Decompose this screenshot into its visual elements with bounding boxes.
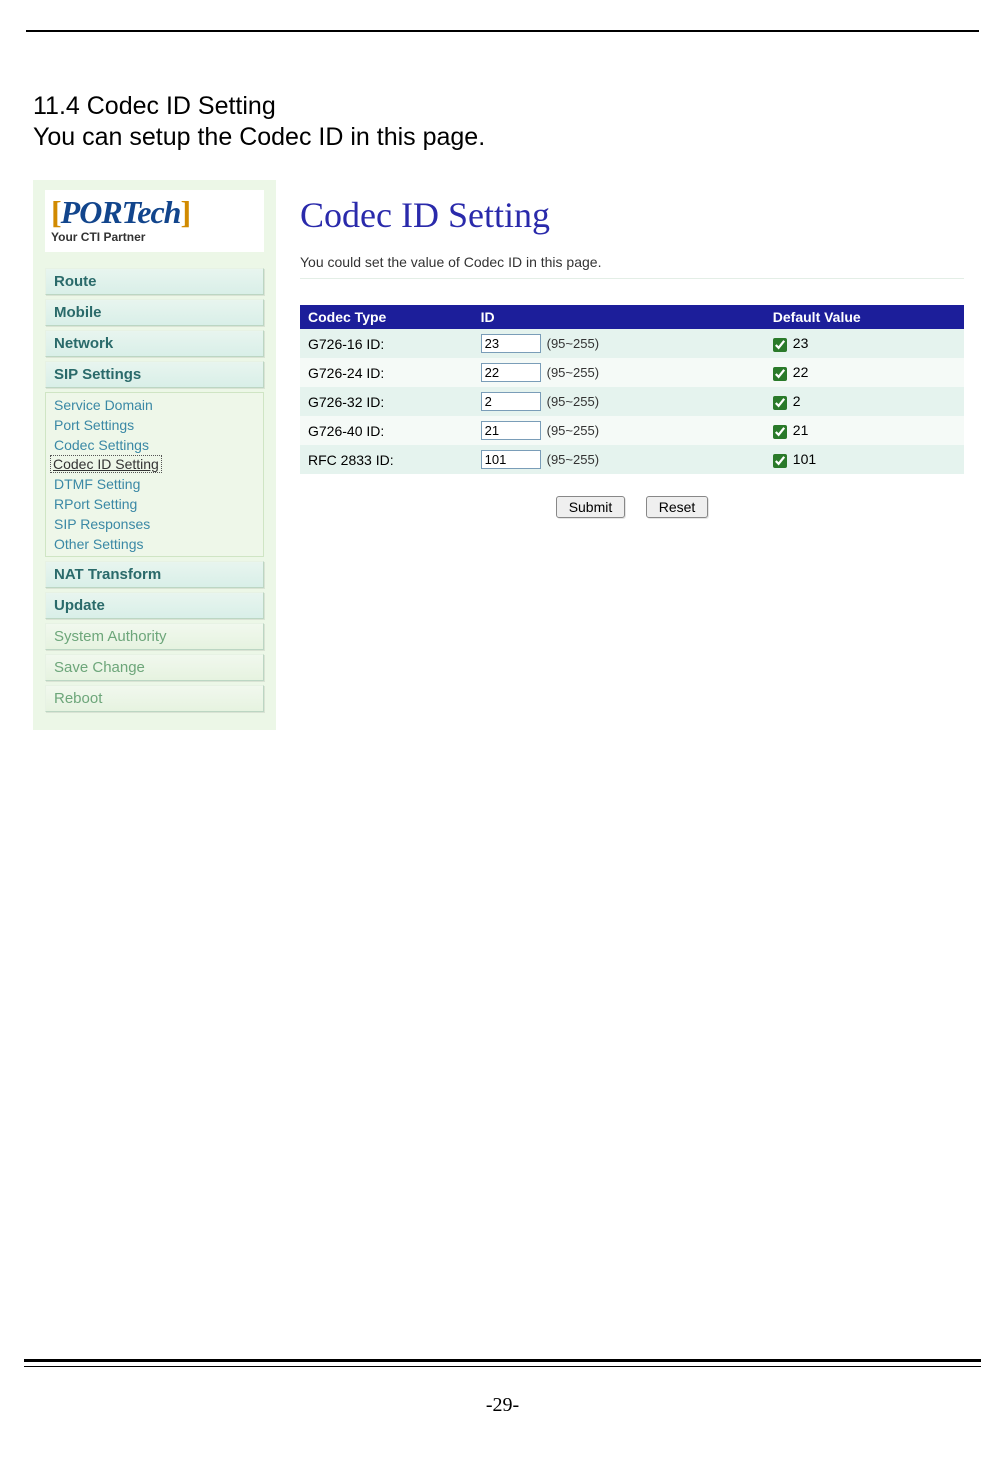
sidebar-item-sip-settings[interactable]: SIP Settings: [45, 361, 264, 388]
sublink-dtmf-setting[interactable]: DTMF Setting: [50, 474, 259, 494]
sip-settings-submenu: Service Domain Port Settings Codec Setti…: [45, 392, 264, 557]
id-input[interactable]: [481, 421, 541, 440]
default-checkbox[interactable]: [773, 338, 787, 352]
id-cell: (95~255): [473, 416, 765, 445]
id-cell: (95~255): [473, 387, 765, 416]
range-hint: (95~255): [547, 452, 599, 467]
codec-type-cell: G726-40 ID:: [300, 416, 473, 445]
section-heading: 11.4 Codec ID Setting: [33, 92, 972, 121]
default-checkbox[interactable]: [773, 425, 787, 439]
id-input[interactable]: [481, 450, 541, 469]
bracket-icon: ]: [180, 194, 190, 230]
default-cell: 101: [765, 445, 964, 474]
sidebar-item-update[interactable]: Update: [45, 592, 264, 619]
default-value-label: 2: [793, 393, 801, 409]
codec-table: Codec Type ID Default Value G726-16 ID: (…: [300, 305, 964, 474]
table-row: G726-32 ID: (95~255) 2: [300, 387, 964, 416]
sublink-codec-settings[interactable]: Codec Settings: [50, 435, 259, 455]
codec-type-cell: RFC 2833 ID:: [300, 445, 473, 474]
sublink-codec-id-setting[interactable]: Codec ID Setting: [50, 455, 162, 473]
id-input[interactable]: [481, 363, 541, 382]
sidebar-item-system-authority[interactable]: System Authority: [45, 623, 264, 650]
default-cell: 2: [765, 387, 964, 416]
range-hint: (95~255): [547, 336, 599, 351]
sublink-sip-responses[interactable]: SIP Responses: [50, 514, 259, 534]
default-value-label: 101: [793, 451, 816, 467]
col-default-value: Default Value: [765, 305, 964, 329]
document-content: 11.4 Codec ID Setting You can setup the …: [33, 92, 972, 730]
sublink-service-domain[interactable]: Service Domain: [50, 395, 259, 415]
sidebar-item-save-change[interactable]: Save Change: [45, 654, 264, 681]
logo-brand: PORTech: [61, 194, 181, 230]
id-cell: (95~255): [473, 445, 765, 474]
range-hint: (95~255): [547, 365, 599, 380]
table-row: RFC 2833 ID: (95~255) 101: [300, 445, 964, 474]
default-cell: 21: [765, 416, 964, 445]
logo-text: [PORTech]: [51, 196, 258, 228]
id-input[interactable]: [481, 392, 541, 411]
sidebar-item-reboot[interactable]: Reboot: [45, 685, 264, 712]
table-row: G726-24 ID: (95~255) 22: [300, 358, 964, 387]
footer-rules: [24, 1359, 981, 1367]
codec-type-cell: G726-32 ID:: [300, 387, 473, 416]
default-value-label: 22: [793, 364, 809, 380]
sidebar: [PORTech] Your CTI Partner Route Mobile …: [33, 180, 276, 730]
section-description: You can setup the Codec ID in this page.: [33, 123, 972, 152]
id-input[interactable]: [481, 334, 541, 353]
col-id: ID: [473, 305, 765, 329]
logo: [PORTech] Your CTI Partner: [45, 190, 264, 252]
page-number: -29-: [0, 1394, 1005, 1417]
separator: [300, 278, 964, 279]
codec-type-cell: G726-16 ID:: [300, 329, 473, 358]
id-cell: (95~255): [473, 358, 765, 387]
submit-button[interactable]: Submit: [556, 496, 626, 518]
sidebar-item-route[interactable]: Route: [45, 268, 264, 295]
button-row: Submit Reset: [300, 496, 964, 518]
thin-rule: [24, 1366, 981, 1367]
id-cell: (95~255): [473, 329, 765, 358]
range-hint: (95~255): [547, 394, 599, 409]
default-checkbox[interactable]: [773, 396, 787, 410]
page-intro: You could set the value of Codec ID in t…: [300, 254, 964, 270]
table-row: G726-16 ID: (95~255) 23: [300, 329, 964, 358]
default-value-label: 21: [793, 422, 809, 438]
sidebar-item-mobile[interactable]: Mobile: [45, 299, 264, 326]
bracket-icon: [: [51, 194, 61, 230]
default-cell: 23: [765, 329, 964, 358]
default-cell: 22: [765, 358, 964, 387]
sublink-other-settings[interactable]: Other Settings: [50, 534, 259, 554]
sidebar-item-network[interactable]: Network: [45, 330, 264, 357]
main-panel: Codec ID Setting You could set the value…: [276, 180, 972, 526]
range-hint: (95~255): [547, 423, 599, 438]
default-checkbox[interactable]: [773, 454, 787, 468]
page-title: Codec ID Setting: [300, 194, 964, 236]
top-horizontal-rule: [26, 30, 979, 32]
sublink-rport-setting[interactable]: RPort Setting: [50, 494, 259, 514]
thick-rule: [24, 1359, 981, 1362]
table-row: G726-40 ID: (95~255) 21: [300, 416, 964, 445]
default-value-label: 23: [793, 335, 809, 351]
codec-type-cell: G726-24 ID:: [300, 358, 473, 387]
default-checkbox[interactable]: [773, 367, 787, 381]
reset-button[interactable]: Reset: [646, 496, 709, 518]
sidebar-item-nat-transform[interactable]: NAT Transform: [45, 561, 264, 588]
col-codec-type: Codec Type: [300, 305, 473, 329]
app-screenshot: [PORTech] Your CTI Partner Route Mobile …: [33, 180, 972, 730]
sublink-port-settings[interactable]: Port Settings: [50, 415, 259, 435]
logo-subtitle: Your CTI Partner: [51, 230, 258, 244]
